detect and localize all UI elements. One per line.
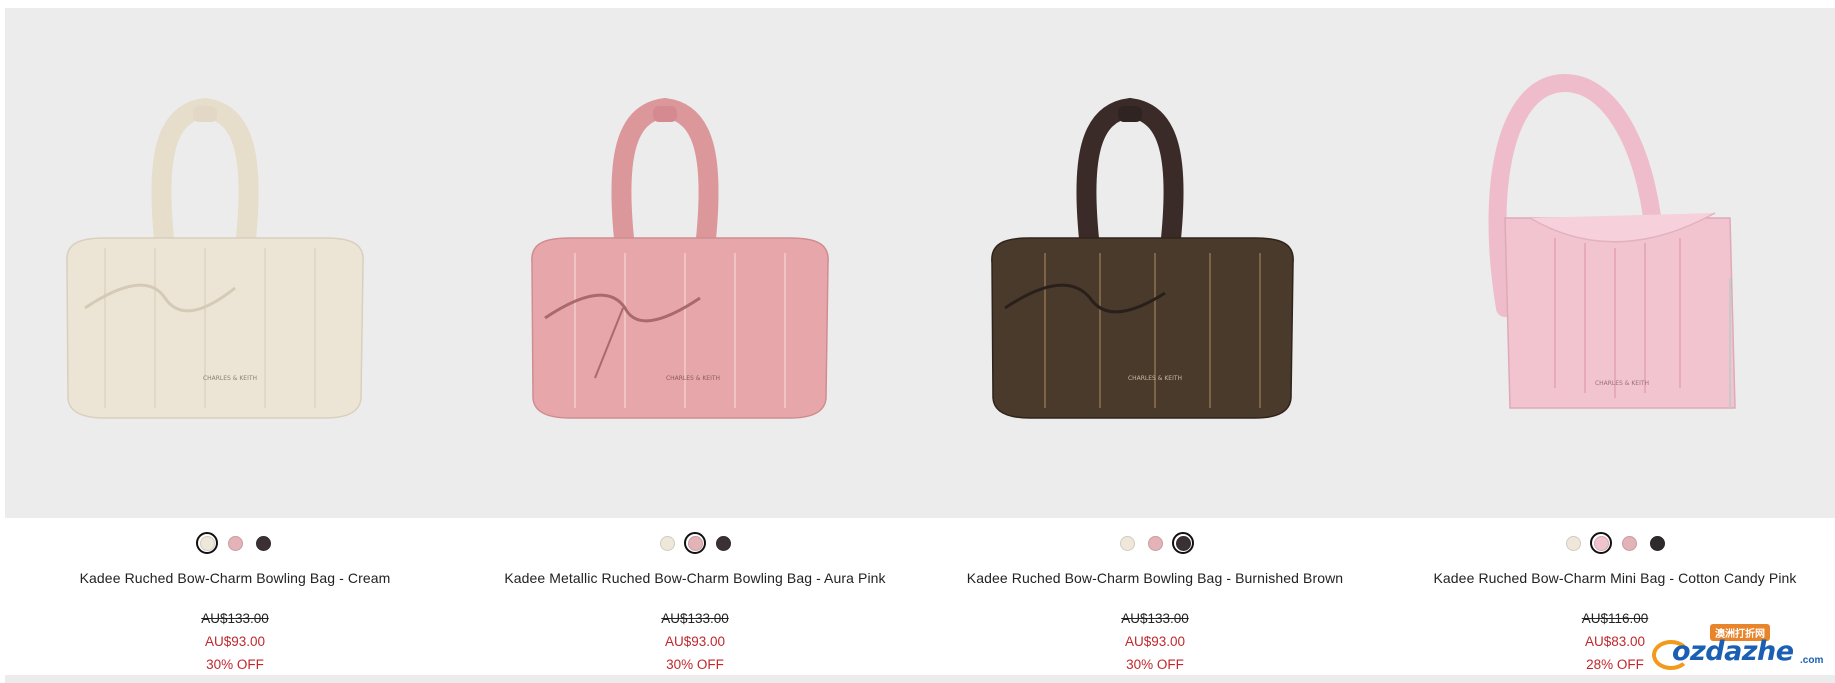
mini-bag-image: CHARLES & KEITH <box>1488 73 1736 409</box>
swatch-cream[interactable] <box>196 532 218 554</box>
next-row-image-edge <box>925 675 1385 683</box>
color-swatches <box>465 532 925 554</box>
color-swatches <box>5 532 465 554</box>
price-block: AU$133.00 AU$93.00 30% OFF <box>5 607 465 676</box>
product-card[interactable]: CHARLES & KEITH Kadee Ruched Bow-Charm M… <box>1385 0 1835 683</box>
watermark-suffix: .com <box>1800 655 1824 666</box>
original-price: AU$133.00 <box>201 611 269 626</box>
color-swatches <box>1385 532 1835 554</box>
discount-label: 30% OFF <box>666 657 724 672</box>
swatch-pink[interactable] <box>1618 532 1640 554</box>
sale-price: AU$93.00 <box>664 634 726 649</box>
original-price: AU$133.00 <box>1121 611 1189 626</box>
swatch-cream[interactable] <box>1116 532 1138 554</box>
swatch-brown[interactable] <box>1172 532 1194 554</box>
watermark-text: ozdazhe <box>1672 636 1794 667</box>
product-name[interactable]: Kadee Ruched Bow-Charm Mini Bag - Cotton… <box>1385 570 1835 586</box>
swatch-pink[interactable] <box>224 532 246 554</box>
sale-price: AU$93.00 <box>1124 634 1186 649</box>
svg-text:CHARLES & KEITH: CHARLES & KEITH <box>1595 380 1649 387</box>
product-name[interactable]: Kadee Metallic Ruched Bow-Charm Bowling … <box>465 570 925 586</box>
next-row-image-edge <box>465 675 925 683</box>
original-price: AU$133.00 <box>661 611 729 626</box>
product-image[interactable]: CHARLES & KEITH <box>925 8 1385 518</box>
product-image[interactable]: CHARLES & KEITH <box>1385 8 1835 518</box>
price-block: AU$133.00 AU$93.00 30% OFF <box>925 607 1385 676</box>
svg-text:CHARLES & KEITH: CHARLES & KEITH <box>203 375 257 382</box>
svg-text:CHARLES & KEITH: CHARLES & KEITH <box>666 375 720 382</box>
bowling-bag-image: CHARLES & KEITH <box>66 97 364 419</box>
price-block: AU$133.00 AU$93.00 30% OFF <box>465 607 925 676</box>
swatch-pink[interactable] <box>684 532 706 554</box>
product-name[interactable]: Kadee Ruched Bow-Charm Bowling Bag - Bur… <box>925 570 1385 586</box>
sale-price: AU$93.00 <box>204 634 266 649</box>
product-name[interactable]: Kadee Ruched Bow-Charm Bowling Bag - Cre… <box>5 570 465 586</box>
swatch-black[interactable] <box>1646 532 1668 554</box>
discount-label: 30% OFF <box>1126 657 1184 672</box>
swatch-cream[interactable] <box>1562 532 1584 554</box>
svg-text:CHARLES & KEITH: CHARLES & KEITH <box>1128 375 1182 382</box>
product-card[interactable]: CHARLES & KEITH Kadee Metallic Ruched Bo… <box>465 0 925 683</box>
bowling-bag-image: CHARLES & KEITH <box>531 97 829 419</box>
product-image[interactable]: CHARLES & KEITH <box>5 8 465 518</box>
swatch-brown[interactable] <box>712 532 734 554</box>
next-row-image-edge <box>1385 675 1835 683</box>
swatch-cotton-candy-pink[interactable] <box>1590 532 1612 554</box>
site-watermark: 澳洲打折网 ozdazhe .com <box>1650 622 1825 676</box>
discount-label: 30% OFF <box>206 657 264 672</box>
swatch-brown[interactable] <box>252 532 274 554</box>
color-swatches <box>925 532 1385 554</box>
bowling-bag-image: CHARLES & KEITH <box>991 97 1294 419</box>
swatch-pink[interactable] <box>1144 532 1166 554</box>
product-grid: CHARLES & KEITH Kadee Ruched Bow-Charm B… <box>0 0 1835 683</box>
product-card[interactable]: CHARLES & KEITH Kadee Ruched Bow-Charm B… <box>5 0 465 683</box>
product-card[interactable]: CHARLES & KEITH Kadee Ruched Bow-Charm B… <box>925 0 1385 683</box>
swatch-cream[interactable] <box>656 532 678 554</box>
next-row-image-edge <box>5 675 465 683</box>
product-image[interactable]: CHARLES & KEITH <box>465 8 925 518</box>
